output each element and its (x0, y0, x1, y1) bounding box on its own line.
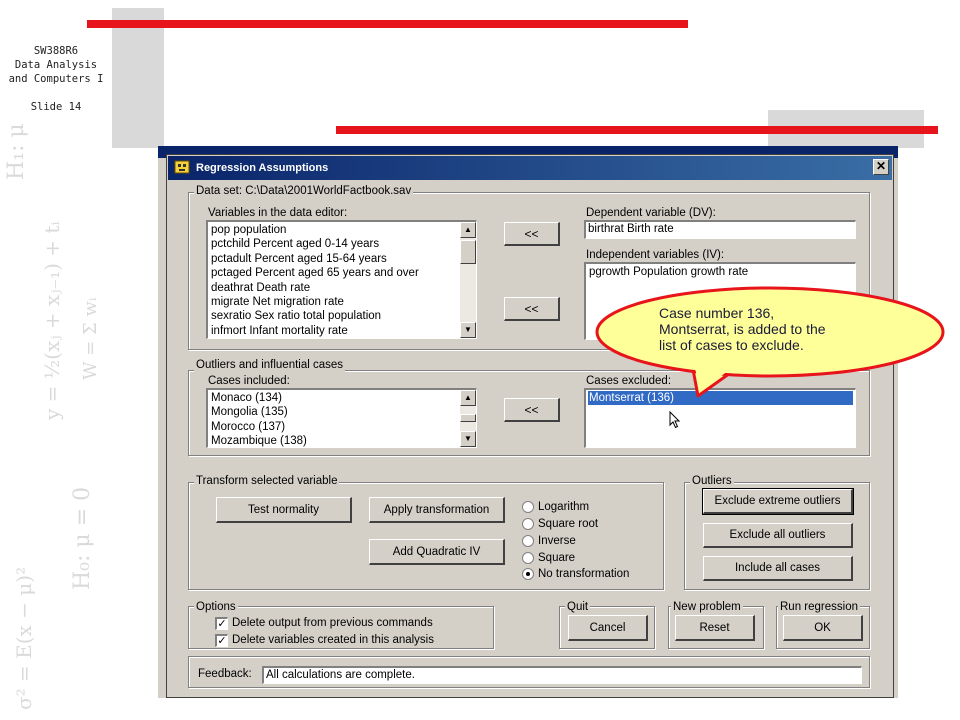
options-legend: Options (194, 600, 238, 614)
variables-label: Variables in the data editor: (208, 207, 348, 219)
quit-legend: Quit (565, 600, 591, 614)
radio-square-label[interactable]: Square (538, 551, 575, 565)
list-item[interactable]: pctchild Percent aged 0-14 years (210, 237, 474, 251)
radio-square-root[interactable] (522, 518, 534, 530)
radio-square-root-label[interactable]: Square root (538, 517, 598, 531)
delete-variables-checkbox[interactable]: ✓ (215, 634, 228, 647)
list-item[interactable]: pctaged Percent aged 65 years and over (210, 266, 474, 280)
course-code: SW388R6 (33, 45, 79, 57)
formula-text: σ² = E(x − μ)² (12, 566, 36, 710)
formula-text: W = Σ wᵢ (80, 297, 101, 380)
list-item[interactable]: sexratio Sex ratio total population (210, 309, 474, 323)
formula-text: H₁: μ < 0 (4, 120, 29, 180)
list-item[interactable]: deathrat Death rate (210, 281, 474, 295)
feedback-label: Feedback: (198, 668, 252, 680)
move-to-dv-button[interactable]: << (504, 222, 560, 246)
decorative-formula-strip: H₁: μ < 0 y = ½(xⱼ + xⱼ₋₁) + tᵢ H₀: μ = … (0, 120, 112, 720)
dv-field[interactable]: birthrat Birth rate (584, 220, 856, 239)
apply-transformation-button[interactable]: Apply transformation (369, 497, 505, 523)
list-item[interactable]: Mongolia (135) (210, 405, 474, 419)
app-icon (174, 160, 190, 174)
list-item[interactable]: infmort Infant mortality rate (210, 324, 474, 338)
check-mark-icon: ✓ (217, 635, 227, 647)
radio-inverse[interactable] (522, 535, 534, 547)
radio-logarithm[interactable] (522, 501, 534, 513)
feedback-field: All calculations are complete. (262, 666, 862, 684)
slide-gray-block-left (112, 8, 164, 148)
scroll-thumb[interactable] (460, 414, 476, 422)
slide-number: Slide 14 (30, 101, 82, 113)
exclude-extreme-outliers-button[interactable]: Exclude extreme outliers (702, 488, 854, 515)
course-name-line1: Data Analysis (14, 59, 98, 71)
slide-red-bar-top (87, 20, 688, 28)
list-item[interactable]: Mozambique (138) (210, 434, 474, 447)
callout-line-2: Montserrat, is added to the (659, 321, 826, 337)
formula-text: H₀: μ = 0 (70, 486, 95, 590)
delete-variables-label[interactable]: Delete variables created in this analysi… (232, 633, 434, 647)
course-name-line2: and Computers I (8, 73, 104, 85)
scroll-up-icon[interactable]: ▲ (460, 390, 476, 406)
exclude-all-outliers-button[interactable]: Exclude all outliers (703, 523, 853, 548)
variables-listbox[interactable]: pop population pctchild Percent aged 0-1… (206, 220, 477, 339)
list-item[interactable]: pop population (210, 223, 474, 237)
transform-legend: Transform selected variable (194, 474, 340, 488)
dataset-legend: Data set: C:\Data\2001WorldFactbook.sav (194, 184, 414, 198)
radio-square[interactable] (522, 552, 534, 564)
outliers-influential-legend: Outliers and influential cases (194, 358, 346, 372)
delete-output-checkbox[interactable]: ✓ (215, 617, 228, 630)
list-item[interactable]: pgrowth Population growth rate (588, 265, 853, 279)
new-problem-legend: New problem (671, 600, 743, 614)
ok-button[interactable]: OK (783, 615, 863, 641)
callout-line-1: Case number 136, (659, 305, 775, 321)
scroll-down-icon[interactable]: ▼ (460, 322, 476, 338)
list-item[interactable]: migrate Net migration rate (210, 295, 474, 309)
cases-included-label: Cases included: (208, 375, 290, 387)
slide-course-info: SW388R6 Data Analysis and Computers I Sl… (4, 44, 108, 114)
dialog-title: Regression Assumptions (196, 162, 329, 174)
cases-scrollbar[interactable]: ▲ ▼ (460, 390, 476, 447)
move-case-button[interactable]: << (504, 398, 560, 422)
list-item[interactable]: Monaco (134) (210, 391, 474, 405)
radio-no-transformation[interactable] (522, 568, 534, 580)
variables-scrollbar[interactable]: ▲ ▼ (460, 222, 476, 338)
dv-label: Dependent variable (DV): (586, 207, 716, 219)
cancel-button[interactable]: Cancel (568, 615, 648, 641)
close-icon: ✕ (875, 159, 887, 173)
list-item[interactable]: Morocco (137) (210, 420, 474, 434)
formula-text: y = ½(xⱼ + xⱼ₋₁) + tᵢ (40, 221, 64, 420)
radio-logarithm-label[interactable]: Logarithm (538, 500, 589, 514)
scroll-down-icon[interactable]: ▼ (460, 431, 476, 447)
check-mark-icon: ✓ (217, 618, 227, 630)
reset-button[interactable]: Reset (675, 615, 755, 641)
outliers-legend: Outliers (690, 474, 734, 488)
mouse-cursor-icon (669, 411, 681, 429)
cases-included-listbox[interactable]: Monaco (134) Mongolia (135) Morocco (137… (206, 388, 477, 448)
add-quadratic-iv-button[interactable]: Add Quadratic IV (369, 539, 505, 565)
list-item[interactable]: pctadult Percent aged 15-64 years (210, 252, 474, 266)
radio-inverse-label[interactable]: Inverse (538, 534, 576, 548)
include-all-cases-button[interactable]: Include all cases (703, 556, 853, 581)
test-normality-button[interactable]: Test normality (216, 497, 352, 523)
run-regression-legend: Run regression (778, 600, 860, 614)
scroll-up-icon[interactable]: ▲ (460, 222, 476, 238)
scroll-thumb[interactable] (460, 240, 476, 264)
slide-red-bar-middle (336, 126, 938, 134)
iv-label: Independent variables (IV): (586, 249, 725, 261)
move-to-iv-button[interactable]: << (504, 297, 560, 321)
radio-no-transformation-label[interactable]: No transformation (538, 567, 629, 581)
delete-output-label[interactable]: Delete output from previous commands (232, 616, 433, 630)
callout-line-3: list of cases to exclude. (659, 337, 804, 353)
close-button[interactable]: ✕ (873, 159, 889, 175)
